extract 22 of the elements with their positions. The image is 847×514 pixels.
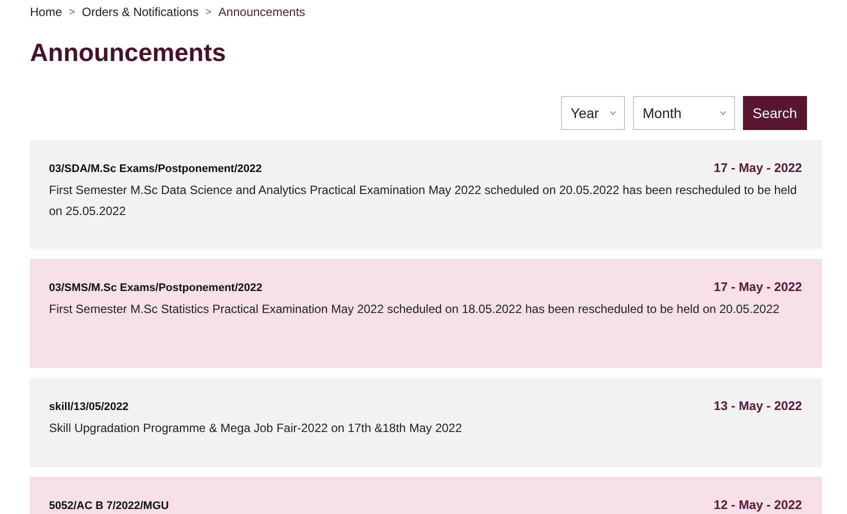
announcement-reference: 03/SMS/M.Sc Exams/Postponement/2022 [49,282,262,294]
announcement-date: 12 - May - 2022 [714,498,802,512]
announcement-date: 17 - May - 2022 [714,280,802,294]
announcement-reference: 03/SDA/M.Sc Exams/Postponement/2022 [49,163,262,175]
announcement-date: 13 - May - 2022 [714,399,802,413]
search-button[interactable]: Search [742,96,807,130]
year-dropdown[interactable]: Year [560,96,625,130]
breadcrumb-link[interactable]: Home [30,5,62,19]
breadcrumb-link[interactable]: Announcements [218,5,306,19]
announcement-text: First Semester M.Sc Data Science and Analytics Practical Examination May 2022 scheduled on 20.05.2022 has been rescheduled to be held on 25.05.2022 [49,182,798,220]
breadcrumb-link[interactable]: Orders & Notifications [82,5,199,19]
announcement-reference: skill/13/05/2022 [49,401,129,413]
caret-icon [720,111,726,115]
month-dropdown[interactable]: Month [632,96,735,130]
announcement-text: First Semester M.Sc Statistics Practical Examination May 2022 scheduled on 18.05.2022 has been rescheduled to be held on 20.05.2022 [49,301,780,318]
announcement-reference: 5052/AC B 7/2022/MGU [49,500,169,512]
breadcrumb-separator: > [69,6,75,18]
caret-icon [610,111,616,115]
breadcrumb-separator: > [206,6,212,18]
announcement-date: 17 - May - 2022 [714,161,802,175]
announcement-text: Skill Upgradation Programme & Mega Job Fair-2022 on 17th &18th May 2022 [49,420,463,437]
page-title: Announcements [30,38,227,68]
